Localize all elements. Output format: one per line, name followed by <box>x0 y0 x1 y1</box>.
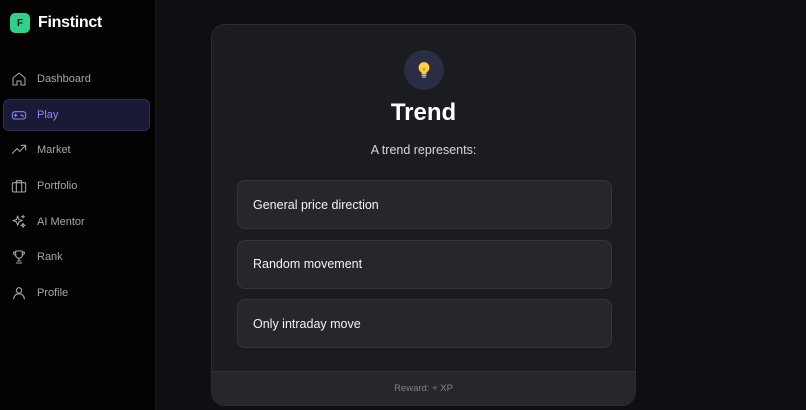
sidebar-item-profile[interactable]: Profile <box>3 277 150 309</box>
answer-options: General price direction Random movement … <box>237 180 612 359</box>
sidebar-item-label: Play <box>37 108 59 121</box>
answer-option[interactable]: General price direction <box>237 180 612 229</box>
home-icon <box>11 71 27 87</box>
sidebar-item-label: Profile <box>37 287 69 300</box>
sidebar-nav: Dashboard Play Market Portfolio AI Mento… <box>3 63 150 313</box>
reward-footer: Reward: + XP <box>212 371 635 405</box>
trending-up-icon <box>11 142 27 158</box>
sparkles-icon <box>11 214 27 230</box>
sidebar-item-label: AI Mentor <box>37 215 85 228</box>
quiz-question: A trend represents: <box>370 143 477 157</box>
brand[interactable]: F Finstinct <box>10 13 102 33</box>
sidebar-item-label: Rank <box>37 251 63 264</box>
briefcase-icon <box>11 178 27 194</box>
answer-option[interactable]: Only intraday move <box>237 299 612 348</box>
quiz-title: Trend <box>390 99 457 126</box>
answer-option[interactable]: Random movement <box>237 239 612 289</box>
user-icon <box>11 285 27 301</box>
sidebar-item-play[interactable]: Play <box>3 98 150 131</box>
sidebar-item-market[interactable]: Market <box>3 134 150 166</box>
sidebar-item-portfolio[interactable]: Portfolio <box>3 170 150 202</box>
sidebar-item-label: Dashboard <box>37 73 91 85</box>
lightbulb-icon <box>404 50 444 90</box>
app-root: F Finstinct Dashboard Play Market Portfo… <box>0 0 806 410</box>
trophy-icon <box>11 249 27 265</box>
sidebar: F Finstinct Dashboard Play Market Portfo… <box>0 0 156 410</box>
brand-logo-icon: F <box>10 13 30 33</box>
gamepad-icon <box>11 107 27 123</box>
sidebar-item-dashboard[interactable]: Dashboard <box>3 63 150 95</box>
sidebar-item-label: Market <box>37 144 71 157</box>
sidebar-item-rank[interactable]: Rank <box>3 241 150 273</box>
quiz-card: Trend A trend represents: General price … <box>211 24 636 406</box>
brand-name: Finstinct <box>38 14 102 31</box>
sidebar-item-label: Portfolio <box>37 180 78 193</box>
sidebar-item-ai-mentor[interactable]: AI Mentor <box>3 206 150 238</box>
